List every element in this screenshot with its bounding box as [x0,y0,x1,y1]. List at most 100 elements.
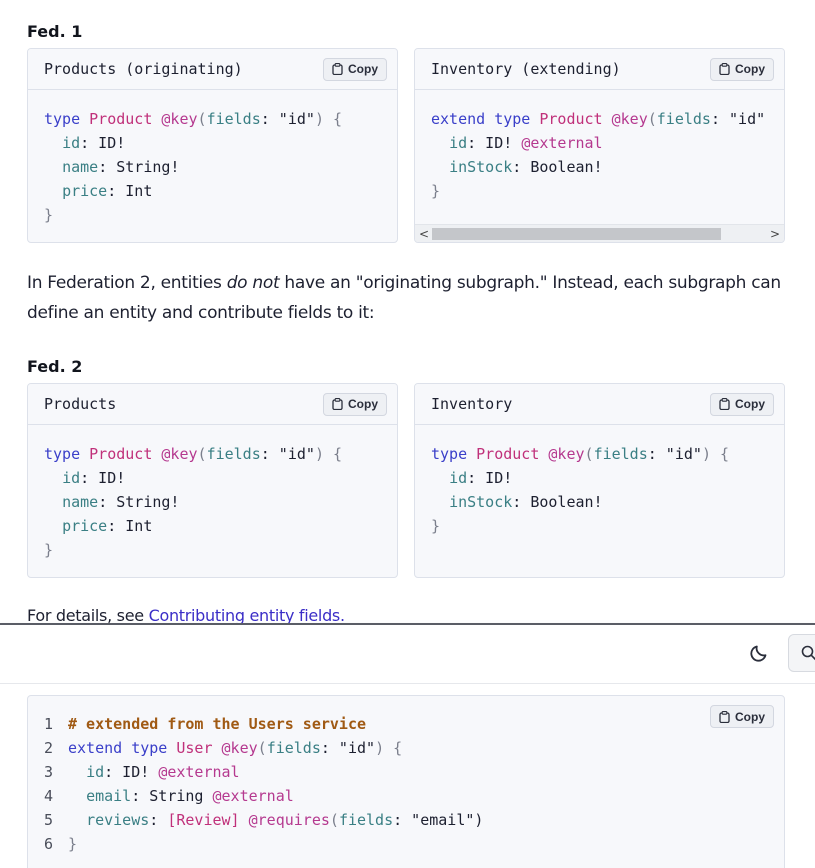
clipboard-icon [332,63,343,75]
panel-title: Products [44,395,117,413]
code-token: ) { [375,739,403,757]
line-number: 2 [44,739,54,757]
fed2-label: Fed. 2 [27,357,83,376]
code-token: : "id" [647,445,702,463]
code-token: fields [338,811,394,829]
horizontal-scrollbar[interactable]: < > [415,224,784,242]
code-token: } [431,517,441,535]
code-block: type Product @key(fields: "id") { id: ID… [415,425,784,538]
code-line: type Product @key(fields: "id") { [44,107,381,131]
scroll-right-arrow[interactable]: > [770,225,780,242]
para-emphasis: do not [226,273,280,293]
code-token: : Int [107,182,153,200]
code-token: @requires [248,811,330,829]
code-token: Product [89,445,162,463]
panel-header: Products (originating) Copy [28,49,397,90]
code-line: inStock: Boolean! [431,490,768,514]
code-token: : ID! [467,134,522,152]
code-line: name: String! [44,155,381,179]
code-token: type [44,445,90,463]
code-token: ( [197,110,207,128]
code-line: type Product @key(fields: "id") { [431,442,768,466]
code-token: email [86,787,132,805]
moon-icon[interactable] [748,642,770,664]
line-number: 6 [44,835,54,853]
code-token: : ID! [104,763,159,781]
code-token: @key [161,110,198,128]
code-token: inStock [449,493,513,511]
code-token: : "id" [260,445,315,463]
scroll-left-arrow[interactable]: < [419,225,429,242]
details-text: For details, see [27,606,149,624]
code-token: inStock [449,158,513,176]
code-token: @key [611,110,648,128]
numbered-code: 1 # extended from the Users service 2 exten… [28,696,784,856]
code-token: User [176,739,222,757]
search-button[interactable] [788,634,815,672]
copy-button[interactable]: Copy [323,57,387,81]
contributing-entity-fields-link[interactable]: Contributing entity fields. [149,606,345,624]
code-token: : ID! [80,469,126,487]
copy-button[interactable]: Copy [710,705,774,728]
line-number: 4 [44,787,54,805]
code-block: type Product @key(fields: "id") { id: ID… [28,425,397,562]
code-line: 4 email: String @external [44,784,768,808]
code-token: @key [221,739,258,757]
fed2-inventory-panel: Inventory Copy type Product @key(fields:… [414,383,785,578]
code-line: } [44,203,381,227]
panel-header: Inventory Copy [415,384,784,425]
line-number: 3 [44,763,54,781]
code-block: type Product @key(fields: "id") { id: ID… [28,90,397,227]
code-token: name [62,493,99,511]
code-line: 3 id: ID! @external [44,760,768,784]
code-token: : "id" [260,110,315,128]
clipboard-icon [719,63,730,75]
panel-title: Inventory (extending) [431,60,621,78]
fed1-inventory-panel: Inventory (extending) Copy extend type P… [414,48,785,243]
copy-button[interactable]: Copy [323,392,387,416]
scrollbar-thumb[interactable] [432,228,721,240]
code-token: # extended from the Users service [68,715,367,733]
fed2-products-panel: Products Copy type Product @key(fields: … [27,383,398,578]
code-token: ) { [314,110,343,128]
code-token: id [449,134,468,152]
code-token: @key [548,445,585,463]
code-token: : "id" [710,110,766,128]
code-token: @external [212,787,294,805]
code-line: 6} [44,832,768,856]
copy-label: Copy [348,62,378,76]
code-token: : [149,811,168,829]
code-token: extend type [431,110,540,128]
code-block: extend type Product @key(fields: "id" id… [415,90,784,203]
code-token: ( [584,445,594,463]
code-line: 1 # extended from the Users service [44,712,768,736]
code-line: id: ID! [44,466,381,490]
code-token: Product [539,110,612,128]
copy-button[interactable]: Copy [710,57,774,81]
code-line: } [431,179,768,203]
code-token: : String! [98,493,180,511]
code-token: id [62,134,81,152]
para-text: In Federation 2, entities [27,273,227,293]
code-line: extend type Product @key(fields: "id" [431,107,768,131]
code-token: id [86,763,105,781]
line-number: 5 [44,811,54,829]
copy-button[interactable]: Copy [710,392,774,416]
code-line: } [44,538,381,562]
code-token: : ID! [467,469,513,487]
code-token: : String! [98,158,180,176]
code-line: type Product @key(fields: "id") { [44,442,381,466]
clipboard-icon [332,398,343,410]
copy-label: Copy [735,397,765,411]
code-token: Product [89,110,162,128]
copy-label: Copy [348,397,378,411]
